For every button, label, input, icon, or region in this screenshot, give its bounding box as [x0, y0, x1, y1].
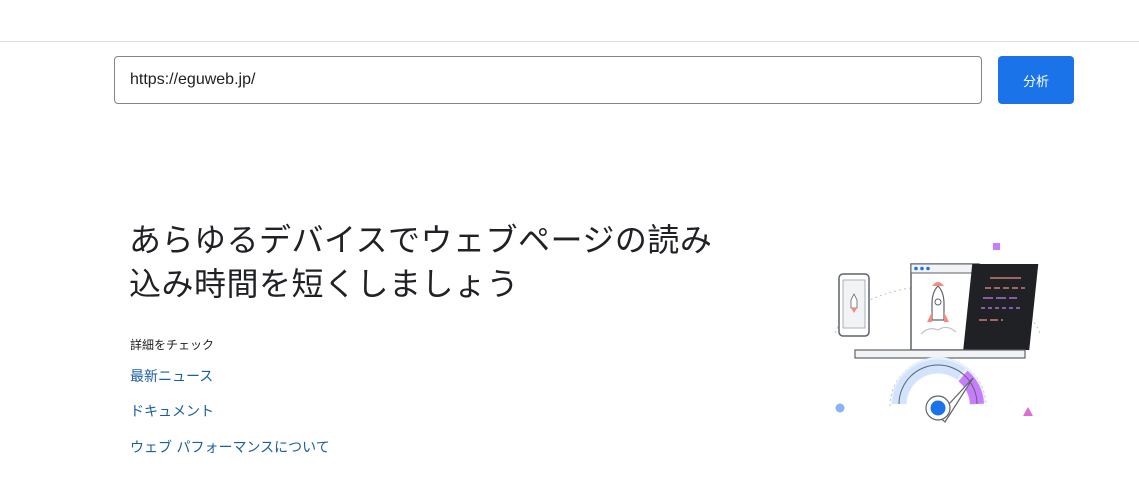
speed-gauge-rocket-illustration: [834, 243, 1041, 423]
laptop-icon: [854, 263, 1039, 359]
analyze-button[interactable]: 分析: [998, 56, 1074, 104]
headline-line-2: 込み時間を短くしましょう: [129, 265, 520, 303]
top-divider: [0, 41, 1139, 42]
link-documentation[interactable]: ドキュメント: [130, 401, 214, 421]
check-details-label: 詳細をチェック: [130, 338, 215, 352]
url-input[interactable]: [114, 56, 982, 104]
decor-square: [993, 243, 1000, 250]
gauge-icon: [889, 357, 987, 423]
headline-line-1: あらゆるデバイスでウェブページの読み: [129, 221, 713, 259]
decor-triangle: [1023, 407, 1033, 416]
phone-icon: [838, 273, 870, 337]
link-about-web-performance[interactable]: ウェブ パフォーマンスについて: [130, 437, 330, 457]
link-latest-news[interactable]: 最新ニュース: [130, 366, 213, 386]
decor-dot: [835, 403, 845, 413]
page-headline: あらゆるデバイスでウェブページの読み 込み時間を短くしましょう: [129, 218, 809, 306]
